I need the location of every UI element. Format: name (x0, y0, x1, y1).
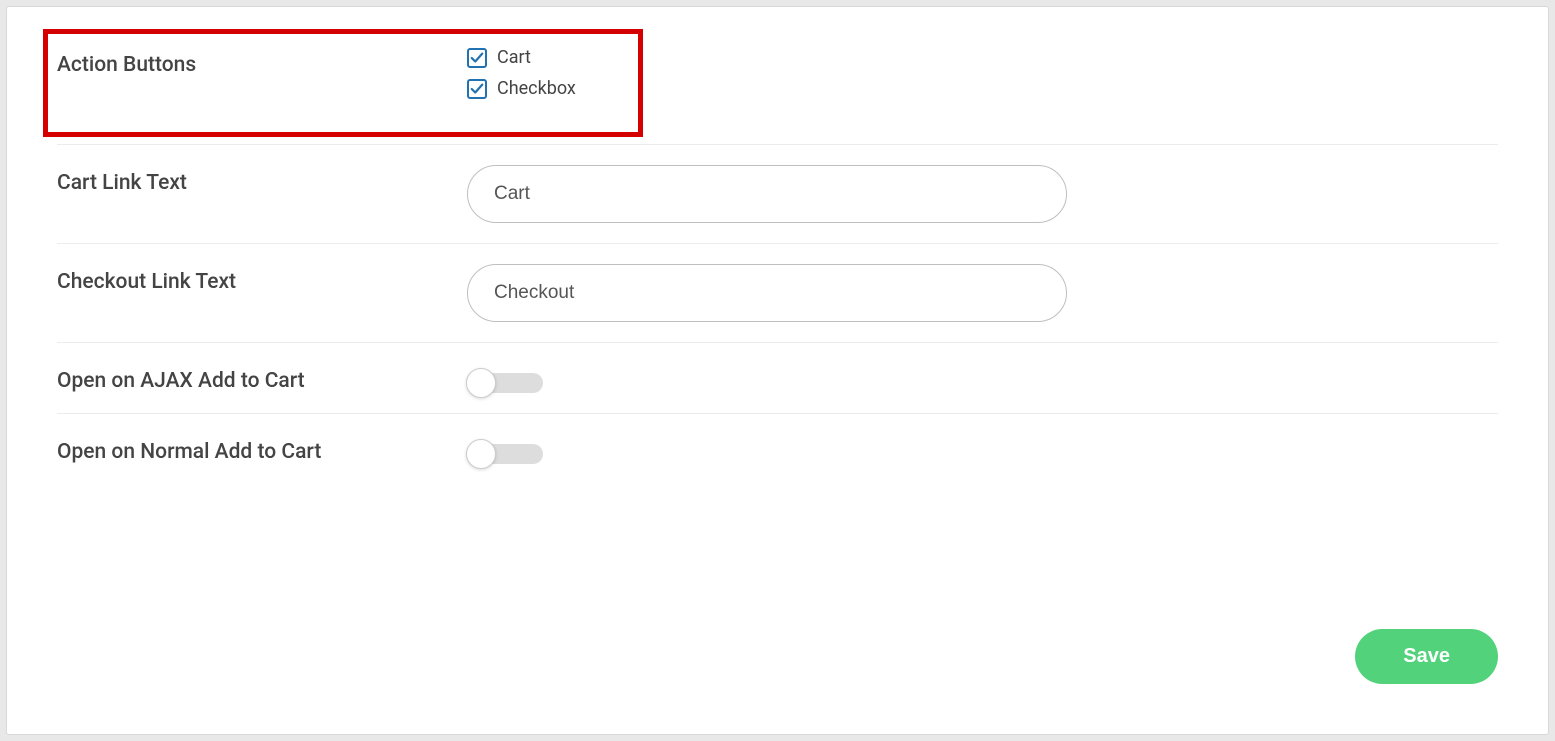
control-open-ajax (467, 363, 1498, 393)
control-open-normal (467, 434, 1498, 464)
label-action-buttons: Action Buttons (57, 47, 467, 77)
label-open-normal: Open on Normal Add to Cart (57, 434, 467, 464)
settings-panel: Action Buttons Cart Checkbox Cart Link T… (6, 6, 1549, 735)
checkbox-row-cart: Cart (467, 47, 1498, 68)
check-icon (470, 51, 484, 65)
checkbox-label-cart: Cart (497, 47, 531, 68)
toggle-open-normal[interactable] (467, 444, 543, 464)
row-action-buttons: Action Buttons Cart Checkbox (57, 37, 1498, 145)
control-checkout-link-text (467, 264, 1498, 322)
control-cart-link-text (467, 165, 1498, 223)
input-checkout-link-text[interactable] (467, 264, 1067, 322)
label-open-ajax: Open on AJAX Add to Cart (57, 363, 467, 393)
checkbox-label-checkbox: Checkbox (497, 78, 576, 99)
label-cart-link-text: Cart Link Text (57, 165, 467, 195)
save-button[interactable]: Save (1355, 629, 1498, 684)
row-open-normal: Open on Normal Add to Cart (57, 414, 1498, 484)
label-checkout-link-text: Checkout Link Text (57, 264, 467, 294)
toggle-knob (466, 439, 496, 469)
check-icon (470, 82, 484, 96)
checkbox-row-checkbox: Checkbox (467, 78, 1498, 99)
checkbox-checkbox[interactable] (467, 79, 487, 99)
input-cart-link-text[interactable] (467, 165, 1067, 223)
control-action-buttons: Cart Checkbox (467, 47, 1498, 109)
toggle-open-ajax[interactable] (467, 373, 543, 393)
row-cart-link-text: Cart Link Text (57, 145, 1498, 244)
checkbox-cart[interactable] (467, 48, 487, 68)
row-checkout-link-text: Checkout Link Text (57, 244, 1498, 343)
toggle-knob (466, 368, 496, 398)
row-open-ajax: Open on AJAX Add to Cart (57, 343, 1498, 414)
